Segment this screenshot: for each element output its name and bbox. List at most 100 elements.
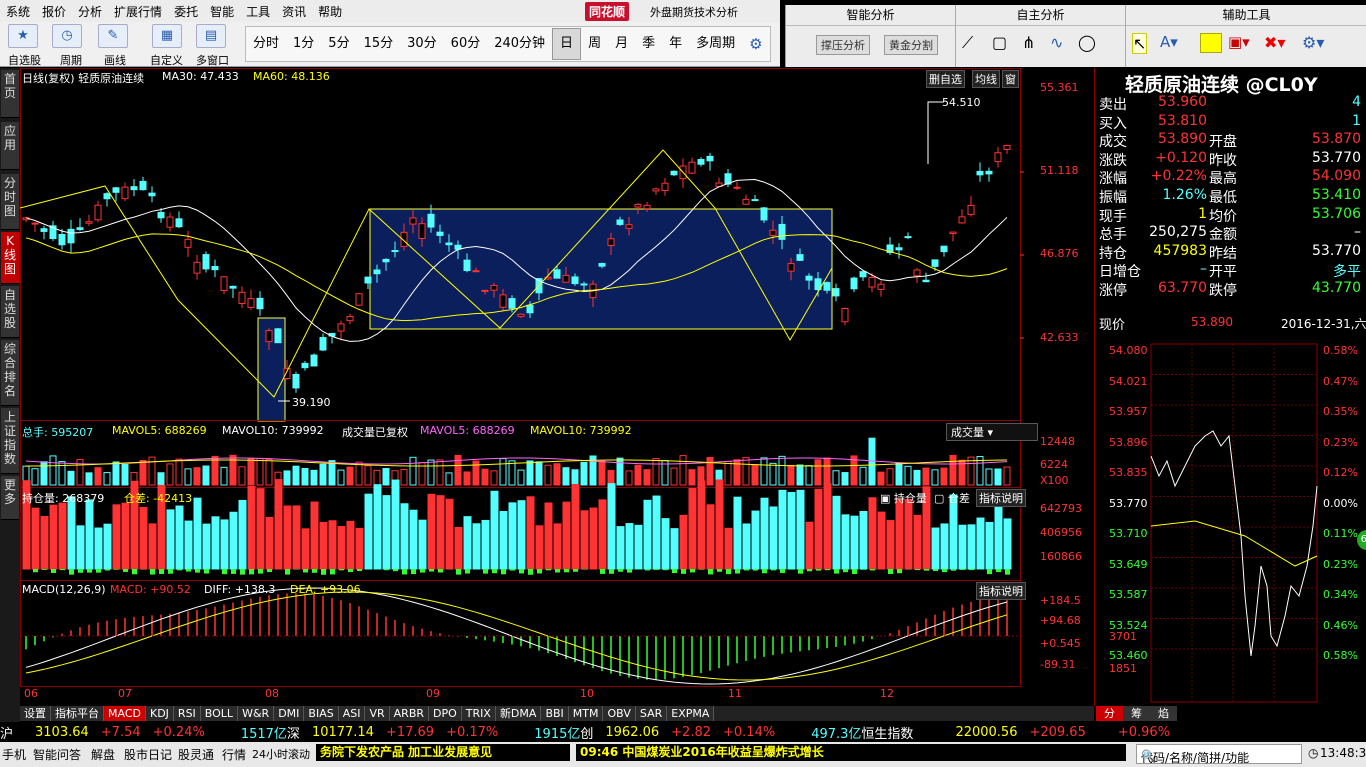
status-rolling[interactable]: 24小时滚动: [252, 746, 310, 762]
period-tab[interactable]: 240分钟: [487, 29, 552, 59]
indicator-tab[interactable]: DMI: [274, 706, 305, 721]
indicator-tab[interactable]: OBV: [603, 706, 636, 721]
period-tab-selected[interactable]: 日: [552, 28, 582, 60]
delete-x-icon[interactable]: ✖▾: [1264, 33, 1285, 52]
indicator-tab[interactable]: 指标平台: [51, 706, 104, 721]
oi-legend-1[interactable]: ▣ 持仓量: [880, 490, 927, 506]
ticker-hs-value[interactable]: 22000.56: [955, 725, 1017, 740]
wave-tool-icon[interactable]: ∿: [1050, 33, 1063, 52]
news-scroll-2[interactable]: 09:46 中国煤炭业2016年收益呈爆炸式增长: [576, 744, 1126, 761]
rect-tool-icon[interactable]: ▢: [992, 33, 1007, 52]
news-scroll-1[interactable]: 务院下发农产品 加工业发展意见: [316, 744, 570, 761]
indicator-tab[interactable]: ARBR: [389, 706, 430, 721]
indicator-tab[interactable]: MTM: [568, 706, 604, 721]
ma-toggle-button[interactable]: 均线: [972, 70, 1000, 88]
indicator-tab[interactable]: 设置: [20, 706, 51, 721]
period-tab[interactable]: 1分: [286, 29, 321, 59]
draw-pen-icon[interactable]: ✎: [98, 24, 128, 48]
period-tab[interactable]: 周: [581, 29, 608, 59]
ellipse-tool-icon[interactable]: ◯: [1078, 33, 1096, 52]
menu-item[interactable]: 分析: [72, 3, 108, 20]
remove-watch-button[interactable]: 删自选: [926, 70, 965, 88]
menu-item[interactable]: 系统: [0, 3, 36, 20]
candle-body: [841, 307, 849, 323]
sidebar-tab-ranking[interactable]: 综合排名: [1, 340, 19, 406]
quote-tab-flame[interactable]: 焰: [1150, 706, 1177, 721]
status-qa[interactable]: 智能问答: [33, 746, 81, 763]
indicator-tab[interactable]: BBI: [541, 706, 569, 721]
oi-bar: [868, 497, 877, 570]
period-tab[interactable]: 30分: [400, 29, 444, 59]
indicator-tab[interactable]: EXPMA: [667, 706, 715, 721]
sidebar-tab-more[interactable]: 更多: [1, 476, 19, 520]
indicator-tab[interactable]: 新DMA: [495, 706, 542, 721]
period-tab[interactable]: 季: [635, 29, 662, 59]
period-tab[interactable]: 多周期: [689, 29, 742, 59]
menu-item[interactable]: 委托: [168, 3, 204, 20]
indicator-tab[interactable]: KDJ: [145, 706, 174, 721]
status-lingtong[interactable]: 股灵通: [178, 746, 214, 763]
oi-explain-button[interactable]: 指标说明: [976, 489, 1026, 507]
oi-legend-2[interactable]: ▢ 仓差: [934, 490, 970, 506]
multiwindow-icon[interactable]: ▤: [196, 24, 226, 48]
tool-settings-icon[interactable]: ⚙▾: [1302, 33, 1324, 52]
sidebar-tab-home[interactable]: 首页: [1, 70, 19, 118]
indicator-tab[interactable]: BOLL: [200, 706, 239, 721]
watchlist-star-icon[interactable]: ★: [8, 24, 38, 48]
volume-indicator-dropdown[interactable]: 成交量 ▾: [946, 423, 1038, 441]
indicator-tab[interactable]: DPO: [429, 706, 462, 721]
chart-area[interactable]: 日线(复权) 轻质原油连续 MA30: 47.433 MA60: 48.136 …: [20, 68, 1094, 706]
quote-tab-timeshare[interactable]: 分: [1096, 706, 1123, 721]
period-tab[interactable]: 60分: [444, 29, 488, 59]
ticker-sz-value[interactable]: 10177.14: [312, 725, 374, 740]
fork-tool-icon[interactable]: ⋔: [1022, 33, 1035, 52]
oi-diff-bar: [51, 569, 56, 573]
ticker-sh-value[interactable]: 3103.64: [35, 725, 89, 740]
menu-item[interactable]: 智能: [204, 3, 240, 20]
indicator-tab[interactable]: TRIX: [461, 706, 496, 721]
period-tab[interactable]: 15分: [357, 29, 401, 59]
indicator-tab[interactable]: MACD: [104, 706, 146, 721]
menu-item[interactable]: 工具: [240, 3, 276, 20]
line-tool-icon[interactable]: ⟋: [962, 33, 973, 53]
menu-item[interactable]: 报价: [36, 3, 72, 20]
indicator-tab[interactable]: W&R: [238, 706, 275, 721]
cursor-icon[interactable]: ↖: [1132, 33, 1148, 54]
text-tool-icon[interactable]: A▾: [1160, 33, 1178, 51]
indicator-tab[interactable]: VR: [365, 706, 390, 721]
color-swatch-icon[interactable]: [1200, 33, 1222, 53]
sidebar-tab-index[interactable]: 上证指数: [1, 408, 19, 474]
window-button[interactable]: 窗: [1002, 70, 1019, 88]
candle-body: [112, 187, 120, 193]
sidebar-tab-apps[interactable]: 应用: [1, 122, 19, 170]
settings-gear-icon[interactable]: ⚙: [742, 29, 769, 59]
sidebar-tab-watchlist[interactable]: 自选股: [1, 286, 19, 338]
status-diary[interactable]: 股市日记: [124, 746, 172, 763]
menu-item[interactable]: 资讯: [276, 3, 312, 20]
menu-item[interactable]: 扩展行情: [108, 3, 168, 20]
support-pressure-button[interactable]: 撑压分析: [816, 35, 870, 55]
period-tab[interactable]: 年: [662, 29, 689, 59]
ticker-cy-value[interactable]: 1962.06: [605, 725, 659, 740]
menu-item[interactable]: 帮助: [312, 3, 348, 20]
indicator-tab[interactable]: RSI: [173, 706, 201, 721]
golden-section-button[interactable]: 黄金分割: [884, 35, 938, 55]
custom-grid-icon[interactable]: ▦: [152, 24, 182, 48]
chart-canvas[interactable]: [20, 68, 1094, 706]
period-tab[interactable]: 5分: [321, 29, 356, 59]
indicator-tab[interactable]: ASI: [338, 706, 366, 721]
period-tab[interactable]: 月: [608, 29, 635, 59]
status-mobile[interactable]: 手机: [2, 746, 26, 763]
status-market[interactable]: 行情: [222, 746, 246, 763]
period-tab[interactable]: 分时: [246, 29, 286, 59]
indicator-tab[interactable]: SAR: [635, 706, 668, 721]
period-clock-icon[interactable]: ◷: [52, 24, 82, 48]
sidebar-tab-kline[interactable]: K线图: [1, 232, 19, 284]
bookmark-icon[interactable]: ▣▾: [1228, 33, 1250, 51]
macd-explain-button[interactable]: 指标说明: [976, 582, 1026, 600]
search-input[interactable]: 代码/名称/简拼/功能 🔍: [1136, 744, 1302, 765]
sidebar-tab-timeshare[interactable]: 分时图: [1, 174, 19, 230]
status-analysis[interactable]: 解盘: [91, 746, 115, 763]
quote-tab-chips[interactable]: 筹: [1123, 706, 1150, 721]
indicator-tab[interactable]: BIAS: [304, 706, 339, 721]
